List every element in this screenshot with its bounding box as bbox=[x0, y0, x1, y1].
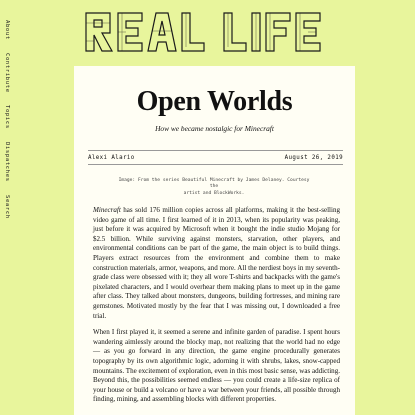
publish-date: August 26, 2019 bbox=[284, 155, 343, 161]
article-body: Minecraft has sold 176 million copies ac… bbox=[93, 206, 340, 412]
real-life-logo[interactable] bbox=[84, 11, 346, 53]
paragraph-2: When I first played it, it seemed a sere… bbox=[93, 328, 340, 404]
nav-contribute[interactable]: Contribute bbox=[4, 53, 10, 93]
game-title: Minecraft bbox=[93, 206, 121, 214]
nav-topics[interactable]: Topics bbox=[4, 105, 10, 129]
article-title: Open Worlds bbox=[136, 86, 293, 117]
article-subtitle: How we became nostalgic for Minecraft bbox=[155, 124, 274, 133]
nav-dispatches[interactable]: Dispatches bbox=[4, 142, 10, 182]
byline: Alexi Alario August 26, 2019 bbox=[88, 150, 343, 165]
article-panel: Open Worlds How we became nostalgic for … bbox=[74, 66, 355, 415]
caption-line-2: artist and BlockWorks. bbox=[183, 190, 245, 196]
image-caption: Image: From the series Beautiful Minecra… bbox=[114, 178, 314, 197]
author-link[interactable]: Alexi Alario bbox=[88, 155, 135, 161]
nav-about[interactable]: About bbox=[4, 20, 10, 40]
caption-line-1: Image: From the series Beautiful Minecra… bbox=[118, 178, 310, 190]
side-nav: About Contribute Topics Dispatches Searc… bbox=[0, 20, 16, 250]
paragraph-1-text: has sold 176 million copies across all p… bbox=[93, 206, 340, 320]
paragraph-1: Minecraft has sold 176 million copies ac… bbox=[93, 206, 340, 321]
nav-search[interactable]: Search bbox=[4, 195, 10, 219]
